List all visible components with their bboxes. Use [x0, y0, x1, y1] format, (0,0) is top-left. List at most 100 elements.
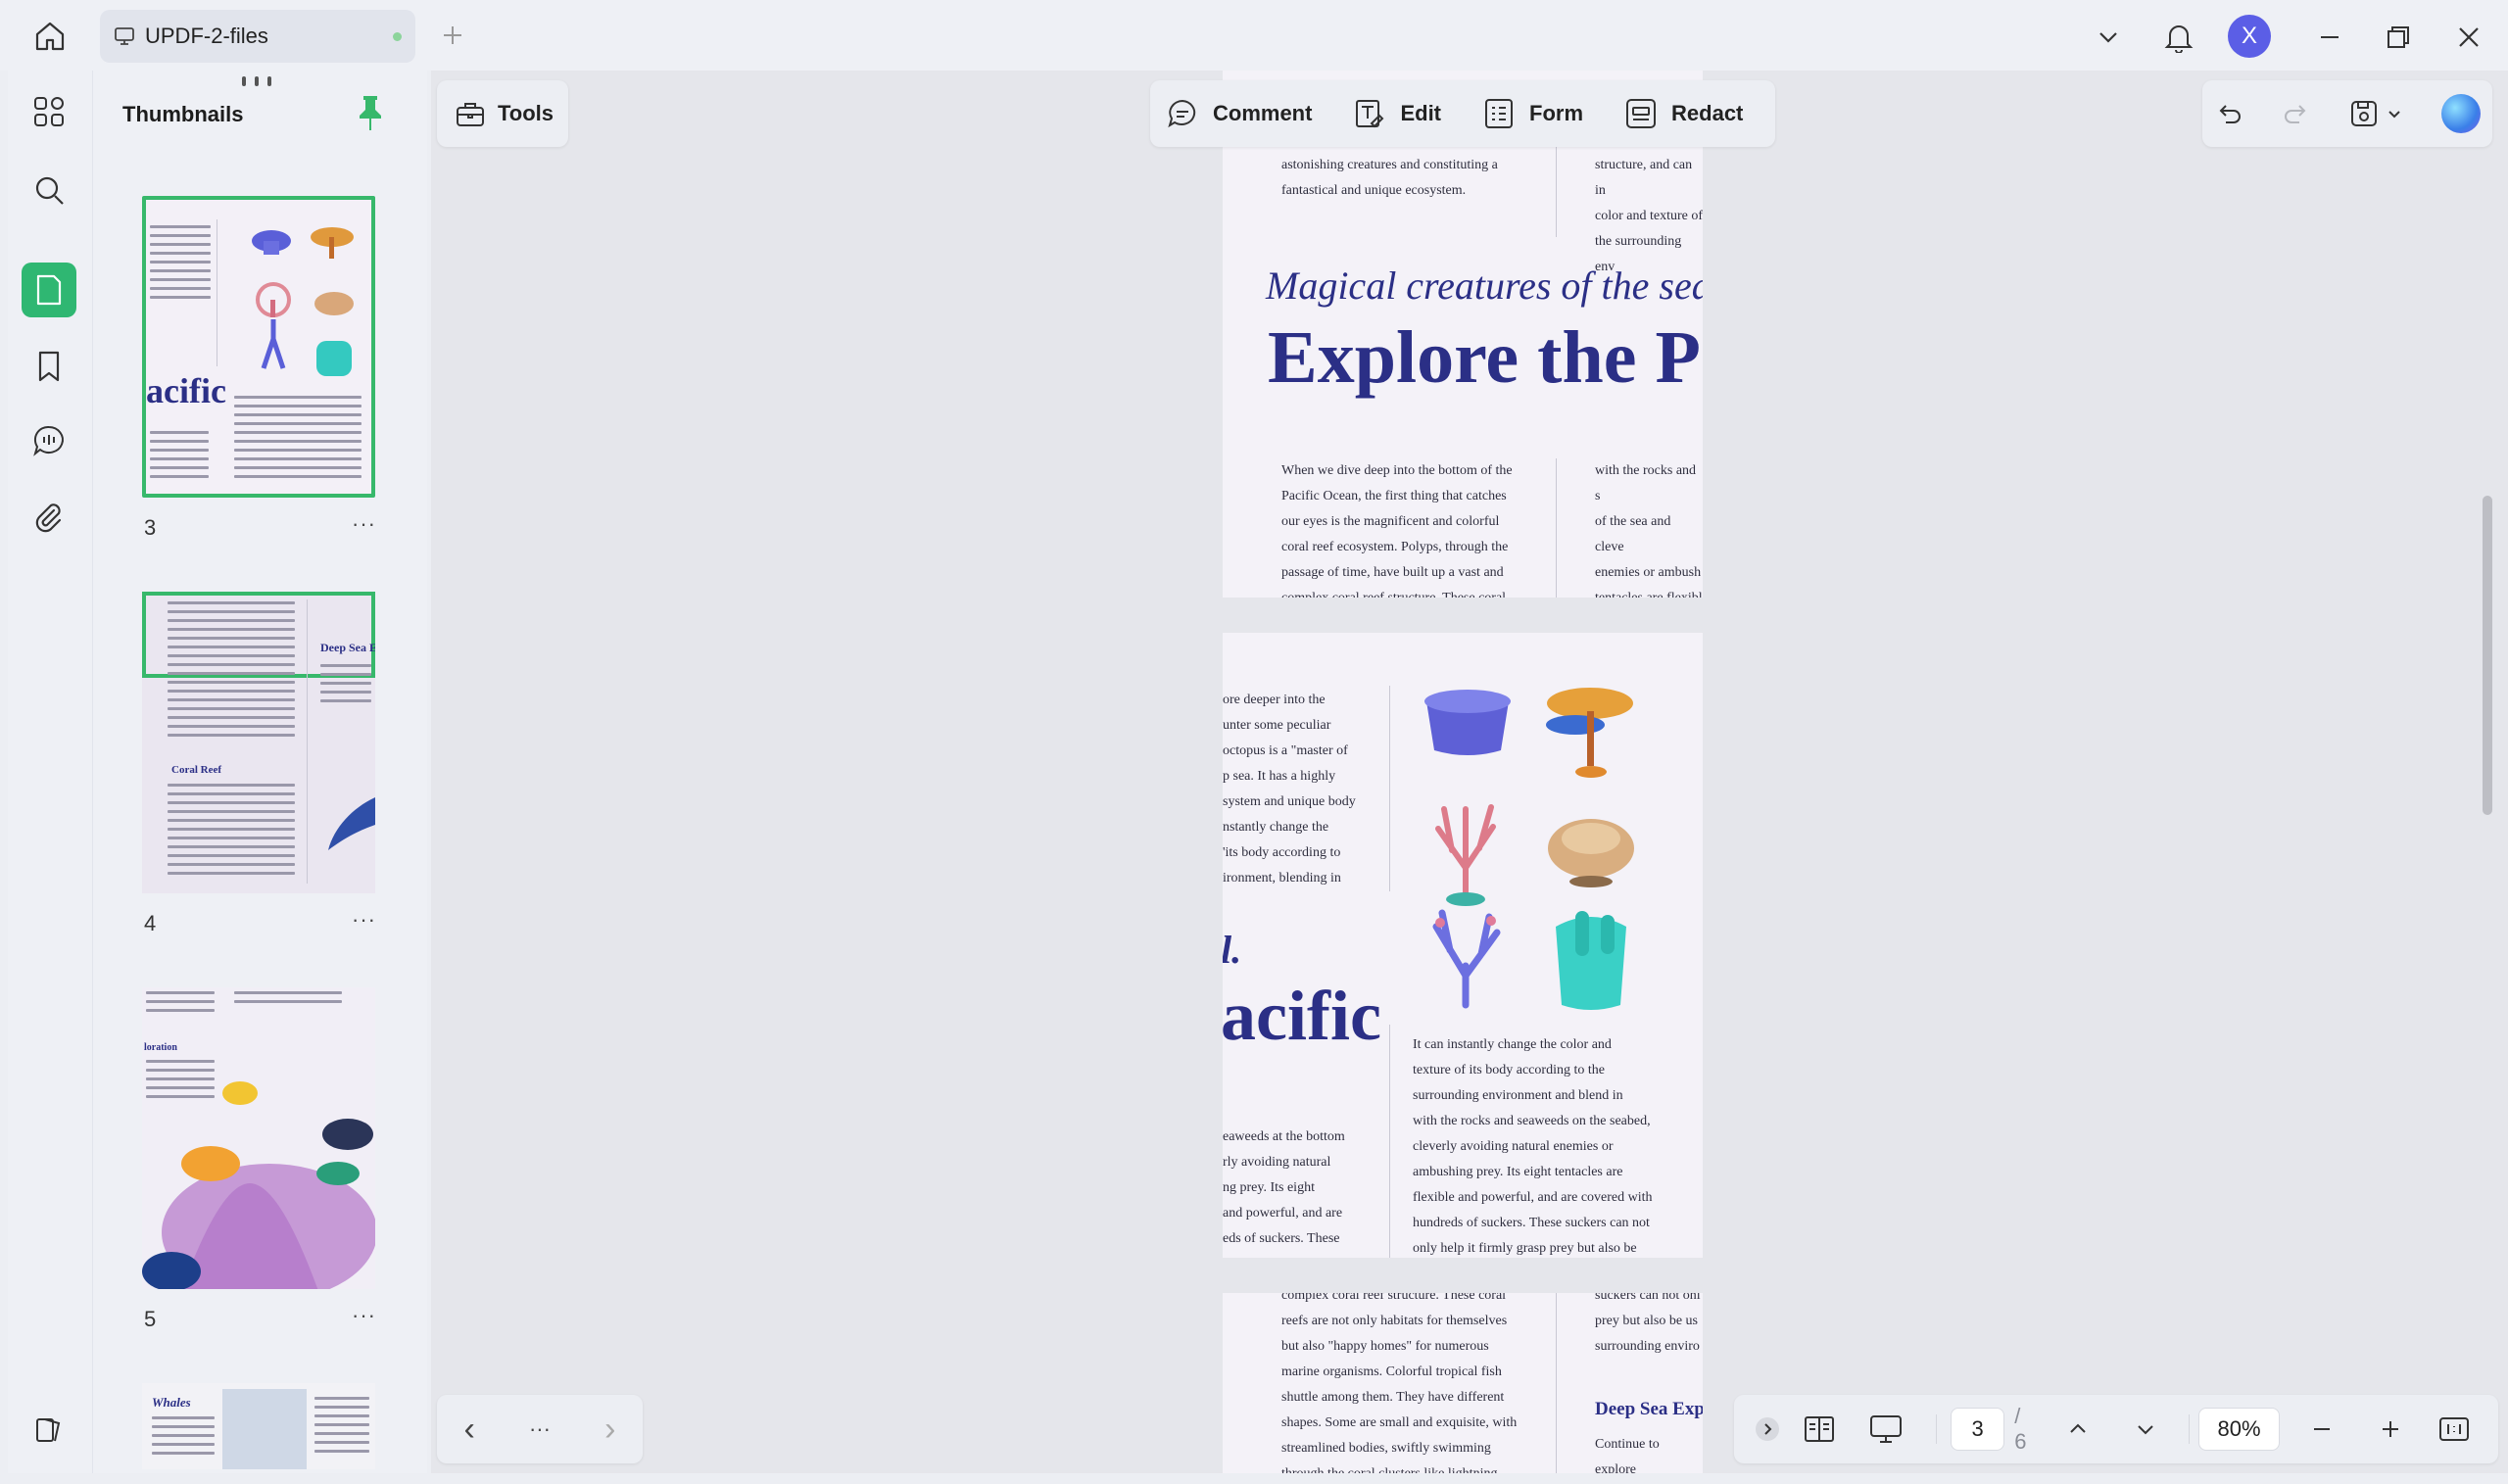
right-toolbar [2202, 80, 2492, 147]
page-navigation: ‹ ··· › [437, 1395, 643, 1463]
thumbnail-page-6[interactable]: Whales [142, 1383, 375, 1469]
attachments-button[interactable] [22, 490, 76, 545]
thumbnails-grid-icon [32, 95, 66, 128]
next-page-arrow[interactable] [2111, 1408, 2179, 1451]
thumb-heading: Whales [152, 1395, 191, 1411]
edit-text-icon [1353, 97, 1386, 130]
collapse-statusbar-button[interactable] [1746, 1408, 1788, 1451]
actual-size-button[interactable] [2423, 1408, 2486, 1451]
pdf-page-bottom: complex coral reef structure. These cora… [1223, 1293, 1703, 1473]
notifications-button[interactable] [2157, 16, 2200, 59]
page-heading: Deep Sea Exp [1595, 1399, 1703, 1420]
restore-button[interactable] [2377, 16, 2420, 59]
restore-icon [2386, 24, 2411, 50]
pages-icon [34, 273, 64, 307]
zoom-out-button[interactable] [2286, 1408, 2359, 1451]
panel-title: Thumbnails [122, 102, 243, 127]
next-page-button[interactable]: › [604, 1411, 615, 1449]
document-tab[interactable]: UPDF-2-files [100, 10, 415, 63]
minimize-icon [2318, 25, 2341, 49]
previous-page-button[interactable]: ‹ [464, 1411, 475, 1449]
main-toolbar: Comment Edit Form Redact [1150, 80, 1775, 147]
tools-button[interactable]: Tools [437, 80, 568, 147]
form-label: Form [1529, 101, 1583, 126]
redo-icon[interactable] [2282, 99, 2311, 128]
ai-assistant-button[interactable] [2441, 94, 2481, 133]
undo-icon[interactable] [2214, 99, 2243, 128]
save-icon [2348, 98, 2380, 129]
thumbnail-page-3[interactable]: acific [142, 196, 375, 498]
page-headline: Explore the P [1268, 315, 1701, 401]
thumbnails-button[interactable] [22, 263, 76, 317]
user-avatar[interactable]: X [2228, 15, 2271, 58]
home-icon [33, 20, 67, 53]
new-tab-button[interactable] [435, 18, 470, 53]
comment-icon [1166, 97, 1199, 130]
search-button[interactable] [22, 163, 76, 217]
page-layout-button[interactable] [1788, 1408, 1850, 1451]
save-menu-button[interactable] [2348, 98, 2403, 129]
thumbnail-more-button[interactable]: ··· [352, 511, 376, 537]
tabs-dropdown-button[interactable] [2087, 16, 2130, 59]
more-navigation-button[interactable]: ··· [529, 1416, 551, 1442]
chevron-down-icon [2386, 105, 2403, 122]
current-page-input[interactable]: 3 [1951, 1408, 2004, 1451]
page-text: ore deeper into the unter some peculiar … [1223, 688, 1356, 891]
page-text: complex coral reef structure. These cora… [1281, 1293, 1517, 1473]
layers-button[interactable] [22, 1403, 76, 1458]
form-icon [1482, 97, 1516, 130]
plus-icon [441, 24, 464, 47]
bookmarks-button[interactable] [22, 339, 76, 394]
edit-button[interactable]: Edit [1353, 97, 1441, 130]
page-mark: l. [1223, 927, 1241, 973]
page-text: eaweeds at the bottom rly avoiding natur… [1223, 1125, 1345, 1252]
coral-illustrations [244, 221, 371, 388]
minimize-button[interactable] [2308, 16, 2351, 59]
thumbnail-more-button[interactable]: ··· [352, 1303, 376, 1328]
view-status-bar: 3 / 6 80% [1734, 1395, 2498, 1463]
page-text: When we dive deep into the bottom of the… [1281, 458, 1513, 598]
comments-icon [31, 423, 67, 458]
tools-label: Tools [498, 101, 554, 126]
redact-icon [1624, 97, 1658, 130]
comment-label: Comment [1213, 101, 1312, 126]
left-tool-rail [8, 71, 92, 1473]
page-text: structure, and can in color and texture … [1595, 153, 1703, 280]
vertical-scrollbar[interactable] [2483, 496, 2492, 815]
chevron-down-icon [2096, 24, 2121, 50]
redact-label: Redact [1671, 101, 1743, 126]
page-text: Continue to explore will come to [1595, 1432, 1703, 1473]
page-subtitle: Magical creatures of the sea [1266, 263, 1703, 309]
page-text: with the rocks and s of the sea and clev… [1595, 458, 1703, 598]
thumbnail-page-5[interactable]: loration [142, 987, 375, 1289]
page-text: astonishing creatures and constituting a… [1281, 153, 1498, 204]
bookmark-icon [35, 350, 63, 383]
pin-icon[interactable] [356, 94, 385, 133]
close-window-button[interactable] [2447, 16, 2490, 59]
zoom-in-button[interactable] [2359, 1408, 2423, 1451]
document-viewer: astonishing creatures and constituting a… [431, 71, 2508, 1473]
whale-illustration [324, 788, 375, 856]
thumbnail-page-4[interactable]: Deep Sea Ex Coral Reef [142, 592, 375, 893]
thumbnail-more-button[interactable]: ··· [352, 907, 376, 933]
previous-page-arrow[interactable] [2044, 1408, 2111, 1451]
comments-panel-button[interactable] [22, 413, 76, 468]
layers-icon [33, 1414, 65, 1446]
bell-icon [2164, 22, 2194, 53]
presentation-button[interactable] [1850, 1408, 1921, 1451]
fish-anemone-illustration [142, 1066, 375, 1289]
home-button[interactable] [27, 16, 72, 57]
form-button[interactable]: Form [1482, 97, 1583, 130]
organize-pages-button[interactable] [22, 84, 76, 139]
panel-resize-grip[interactable] [242, 76, 271, 88]
attachment-icon [32, 501, 66, 534]
zoom-level-input[interactable]: 80% [2198, 1408, 2280, 1451]
plus-icon [2379, 1417, 2402, 1441]
comment-button[interactable]: Comment [1166, 97, 1312, 130]
slideshow-icon [1868, 1413, 1904, 1445]
monitor-icon [114, 25, 135, 47]
edit-label: Edit [1400, 101, 1441, 126]
page-text: It can instantly change the color and te… [1413, 1032, 1653, 1258]
redact-button[interactable]: Redact [1624, 97, 1743, 130]
thumb-heading: Coral Reef [171, 764, 221, 776]
